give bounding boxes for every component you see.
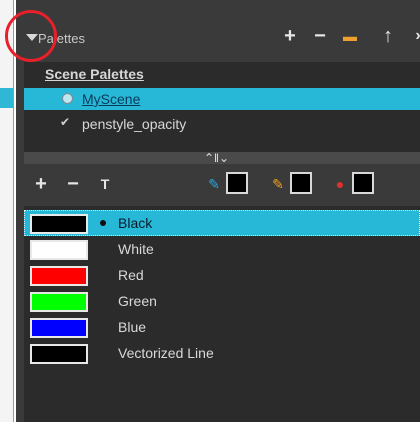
add-palette-button[interactable]: +: [278, 24, 302, 48]
color-toolbar: + − T ✎ ✎ ●: [16, 166, 420, 204]
color-list: Black White Red Green Blue Vectorized Li…: [24, 206, 420, 422]
callout-highlight-ring: [5, 10, 57, 62]
pencil-color-swatch[interactable]: [290, 172, 312, 194]
more-options-icon[interactable]: ›: [406, 24, 420, 48]
add-color-button[interactable]: +: [30, 172, 52, 196]
color-chip: [30, 214, 88, 234]
color-name: Black: [118, 215, 153, 231]
palette-header: Palettes + − ▬ ↑ ›: [16, 12, 420, 62]
palette-label: penstyle_opacity: [82, 116, 187, 132]
panel-splitter[interactable]: ⌃‖⌄: [24, 151, 420, 165]
color-row-white[interactable]: White: [24, 236, 420, 262]
color-row-green[interactable]: Green: [24, 288, 420, 314]
palette-browser-icon[interactable]: ▬: [338, 24, 362, 48]
new-texture-button[interactable]: T: [94, 172, 116, 196]
remove-palette-button[interactable]: −: [308, 24, 332, 48]
splitter-grip-icon: ⌃‖⌄: [204, 151, 230, 165]
pencil-icon[interactable]: ✎: [270, 174, 286, 194]
left-edge-strip: [0, 0, 14, 422]
color-name: Vectorized Line: [118, 345, 214, 361]
color-row-blue[interactable]: Blue: [24, 314, 420, 340]
left-divider: [13, 0, 14, 422]
color-row-red[interactable]: Red: [24, 262, 420, 288]
color-name: White: [118, 241, 154, 257]
color-name: Green: [118, 293, 157, 309]
paint-bucket-icon[interactable]: ●: [332, 174, 348, 194]
scene-palettes-heading: Scene Palettes: [45, 66, 144, 82]
color-chip: [30, 240, 88, 260]
palette-list: Scene Palettes MyScene ✔ penstyle_opacit…: [24, 62, 420, 152]
palette-check-icon: ✔: [60, 115, 71, 129]
color-row-vectorized-line[interactable]: Vectorized Line: [24, 340, 420, 366]
color-row-black[interactable]: Black: [24, 210, 420, 236]
color-name: Blue: [118, 319, 147, 335]
color-chip: [30, 266, 88, 286]
brush-icon[interactable]: ✎: [206, 174, 222, 194]
color-name: Red: [118, 267, 144, 283]
color-chip: [30, 344, 88, 364]
palette-panel: Palettes + − ▬ ↑ › Scene Palettes MyScen…: [16, 0, 420, 422]
palette-item-myscene[interactable]: MyScene: [24, 88, 420, 110]
color-chip: [30, 318, 88, 338]
paint-color-swatch[interactable]: [352, 172, 374, 194]
current-color-dot: [100, 220, 106, 226]
move-palette-up-button[interactable]: ↑: [376, 24, 400, 48]
palette-item-penstyle-opacity[interactable]: ✔ penstyle_opacity: [24, 113, 420, 135]
left-selection-accent: [0, 88, 14, 108]
palette-radio-icon: [62, 93, 73, 104]
brush-color-swatch[interactable]: [226, 172, 248, 194]
color-chip: [30, 292, 88, 312]
palette-label: MyScene: [82, 91, 141, 107]
remove-color-button[interactable]: −: [62, 172, 84, 196]
